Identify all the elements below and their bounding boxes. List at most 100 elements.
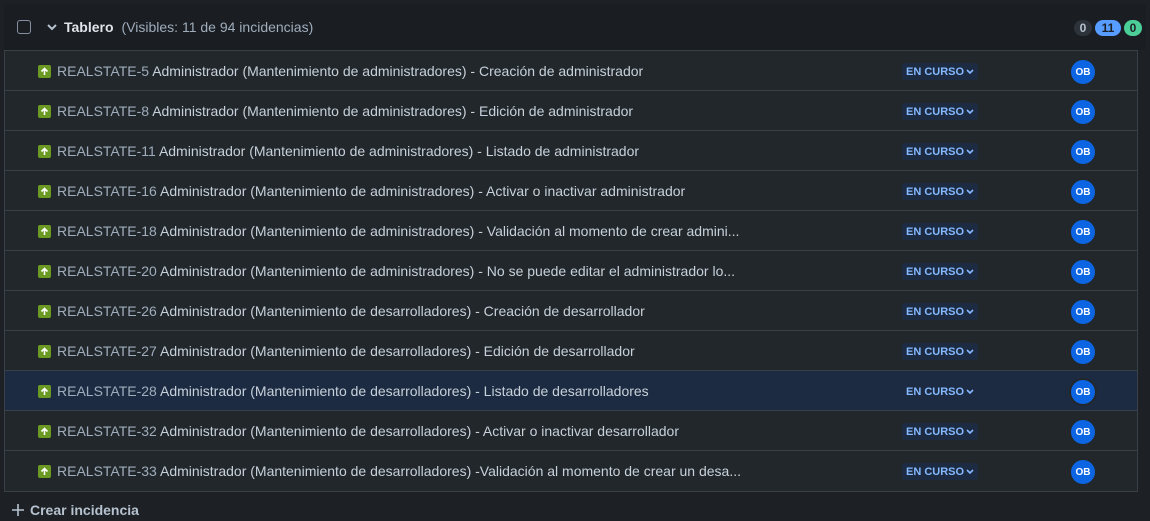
inprogress-count-badge: 11 — [1095, 20, 1121, 36]
status-dropdown[interactable]: EN CURSO — [902, 463, 979, 480]
issue-summary[interactable]: Administrador (Mantenimiento de administ… — [159, 143, 639, 159]
status-dropdown[interactable]: EN CURSO — [902, 183, 979, 200]
plus-icon — [12, 504, 24, 516]
issue-text[interactable]: REALSTATE-20 Administrador (Mantenimient… — [57, 263, 735, 279]
issue-row[interactable]: REALSTATE-8 Administrador (Mantenimiento… — [5, 91, 1137, 131]
status-dropdown[interactable]: EN CURSO — [902, 63, 979, 80]
status-label: EN CURSO — [906, 65, 965, 78]
issue-text[interactable]: REALSTATE-27 Administrador (Mantenimient… — [57, 343, 635, 359]
select-all-checkbox[interactable] — [17, 20, 31, 34]
issue-text[interactable]: REALSTATE-28 Administrador (Mantenimient… — [57, 383, 649, 399]
issue-key[interactable]: REALSTATE-26 — [57, 303, 157, 319]
issue-key[interactable]: REALSTATE-5 — [57, 63, 149, 79]
issue-text[interactable]: REALSTATE-5 Administrador (Mantenimiento… — [57, 63, 643, 79]
issue-summary[interactable]: Administrador (Mantenimiento de administ… — [160, 223, 739, 239]
issue-row[interactable]: REALSTATE-11 Administrador (Mantenimient… — [5, 131, 1137, 171]
issue-summary[interactable]: Administrador (Mantenimiento de administ… — [152, 103, 633, 119]
status-label: EN CURSO — [906, 305, 965, 318]
issue-row[interactable]: REALSTATE-16 Administrador (Mantenimient… — [5, 171, 1137, 211]
status-label: EN CURSO — [906, 425, 965, 438]
chevron-down-icon — [966, 468, 974, 475]
assignee-avatar[interactable]: OB — [1071, 300, 1095, 324]
status-dropdown[interactable]: EN CURSO — [902, 143, 979, 160]
chevron-down-icon — [966, 348, 974, 355]
issue-summary[interactable]: Administrador (Mantenimiento de desarrol… — [160, 423, 679, 439]
chevron-down-icon — [966, 108, 974, 115]
issue-row[interactable]: REALSTATE-32 Administrador (Mantenimient… — [5, 411, 1137, 451]
issue-summary[interactable]: Administrador (Mantenimiento de administ… — [160, 263, 735, 279]
backlog-panel: Tablero (Visibles: 11 de 94 incidencias)… — [0, 0, 1150, 521]
issue-row[interactable]: REALSTATE-18 Administrador (Mantenimient… — [5, 211, 1137, 251]
issue-key[interactable]: REALSTATE-27 — [57, 343, 157, 359]
issue-row[interactable]: REALSTATE-27 Administrador (Mantenimient… — [5, 331, 1137, 371]
issue-key[interactable]: REALSTATE-28 — [57, 383, 157, 399]
story-icon — [38, 65, 51, 78]
status-dropdown[interactable]: EN CURSO — [902, 383, 979, 400]
status-label: EN CURSO — [906, 145, 965, 158]
issue-row[interactable]: REALSTATE-26 Administrador (Mantenimient… — [5, 291, 1137, 331]
done-count-badge: 0 — [1124, 20, 1142, 36]
status-label: EN CURSO — [906, 105, 965, 118]
issue-summary[interactable]: Administrador (Mantenimiento de administ… — [160, 183, 685, 199]
issue-text[interactable]: REALSTATE-8 Administrador (Mantenimiento… — [57, 103, 633, 119]
issue-summary[interactable]: Administrador (Mantenimiento de desarrol… — [160, 463, 741, 479]
assignee-avatar[interactable]: OB — [1071, 220, 1095, 244]
assignee-avatar[interactable]: OB — [1071, 60, 1095, 84]
story-icon — [38, 145, 51, 158]
status-label: EN CURSO — [906, 385, 965, 398]
assignee-avatar[interactable]: OB — [1071, 180, 1095, 204]
issue-key[interactable]: REALSTATE-11 — [57, 143, 156, 159]
issue-summary[interactable]: Administrador (Mantenimiento de desarrol… — [160, 303, 645, 319]
visible-count: (Visibles: 11 de 94 incidencias) — [121, 19, 314, 35]
issue-key[interactable]: REALSTATE-33 — [57, 463, 157, 479]
create-issue-label: Crear incidencia — [30, 502, 139, 518]
issue-key[interactable]: REALSTATE-8 — [57, 103, 149, 119]
issue-text[interactable]: REALSTATE-18 Administrador (Mantenimient… — [57, 223, 739, 239]
chevron-down-icon — [966, 148, 974, 155]
issue-row[interactable]: REALSTATE-5 Administrador (Mantenimiento… — [5, 51, 1137, 91]
issue-row[interactable]: REALSTATE-28 Administrador (Mantenimient… — [5, 371, 1137, 411]
issue-key[interactable]: REALSTATE-18 — [57, 223, 157, 239]
issue-summary[interactable]: Administrador (Mantenimiento de administ… — [152, 63, 643, 79]
issue-text[interactable]: REALSTATE-26 Administrador (Mantenimient… — [57, 303, 645, 319]
status-label: EN CURSO — [906, 185, 965, 198]
chevron-down-icon — [966, 388, 974, 395]
assignee-avatar[interactable]: OB — [1071, 380, 1095, 404]
status-dropdown[interactable]: EN CURSO — [902, 223, 979, 240]
assignee-avatar[interactable]: OB — [1071, 460, 1095, 484]
story-icon — [38, 305, 51, 318]
status-dropdown[interactable]: EN CURSO — [902, 303, 979, 320]
story-icon — [38, 225, 51, 238]
assignee-avatar[interactable]: OB — [1071, 260, 1095, 284]
issue-text[interactable]: REALSTATE-33 Administrador (Mantenimient… — [57, 463, 741, 479]
status-dropdown[interactable]: EN CURSO — [902, 343, 979, 360]
chevron-down-icon[interactable] — [46, 21, 58, 33]
status-label: EN CURSO — [906, 465, 965, 478]
chevron-down-icon — [966, 268, 974, 275]
issue-text[interactable]: REALSTATE-11 Administrador (Mantenimient… — [57, 143, 639, 159]
story-icon — [38, 265, 51, 278]
status-dropdown[interactable]: EN CURSO — [902, 423, 979, 440]
status-label: EN CURSO — [906, 225, 965, 238]
chevron-down-icon — [966, 428, 974, 435]
issue-summary[interactable]: Administrador (Mantenimiento de desarrol… — [160, 343, 635, 359]
assignee-avatar[interactable]: OB — [1071, 420, 1095, 444]
board-title: Tablero — [64, 19, 114, 35]
assignee-avatar[interactable]: OB — [1071, 100, 1095, 124]
assignee-avatar[interactable]: OB — [1071, 340, 1095, 364]
status-dropdown[interactable]: EN CURSO — [902, 263, 979, 280]
issue-key[interactable]: REALSTATE-20 — [57, 263, 157, 279]
issue-row[interactable]: REALSTATE-20 Administrador (Mantenimient… — [5, 251, 1137, 291]
issue-key[interactable]: REALSTATE-16 — [57, 183, 157, 199]
issue-row[interactable]: REALSTATE-33 Administrador (Mantenimient… — [5, 451, 1137, 491]
issue-text[interactable]: REALSTATE-16 Administrador (Mantenimient… — [57, 183, 685, 199]
issue-summary[interactable]: Administrador (Mantenimiento de desarrol… — [160, 383, 649, 399]
issue-text[interactable]: REALSTATE-32 Administrador (Mantenimient… — [57, 423, 679, 439]
chevron-down-icon — [966, 308, 974, 315]
issue-key[interactable]: REALSTATE-32 — [57, 423, 157, 439]
sprint-header[interactable]: Tablero (Visibles: 11 de 94 incidencias)… — [4, 4, 1146, 50]
create-issue-button[interactable]: Crear incidencia — [12, 502, 139, 518]
story-icon — [38, 425, 51, 438]
status-dropdown[interactable]: EN CURSO — [902, 103, 979, 120]
assignee-avatar[interactable]: OB — [1071, 140, 1095, 164]
